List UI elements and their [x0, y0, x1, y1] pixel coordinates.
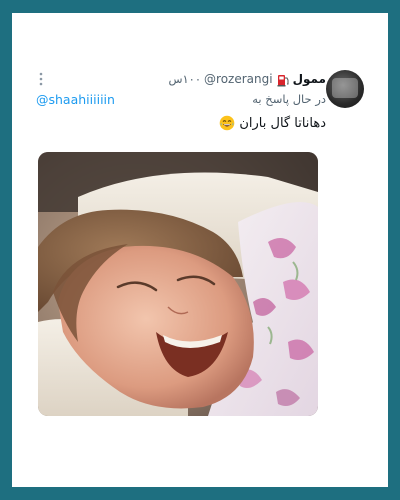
avatar[interactable]: [326, 70, 364, 108]
tweet-text: دهاناتا گال باران: [239, 115, 326, 131]
tweet-photo[interactable]: [38, 152, 318, 416]
display-name[interactable]: ممول: [293, 72, 326, 86]
tweet-text-row: دهاناتا گال باران: [219, 115, 326, 131]
tweet-card: ممول @rozerangi ۱۰۰س در حال پاسخ به @sha…: [12, 13, 388, 487]
reply-prefix: در حال پاسخ به: [252, 92, 326, 106]
tweet[interactable]: ممول @rozerangi ۱۰۰س در حال پاسخ به @sha…: [12, 13, 388, 487]
laughing-face-icon: [219, 115, 235, 131]
tweet-header: ممول @rozerangi ۱۰۰س: [168, 70, 326, 88]
timestamp[interactable]: ۱۰۰س: [168, 72, 201, 86]
more-vertical-icon[interactable]: [36, 71, 46, 87]
fuel-pump-icon: [276, 72, 290, 87]
reply-handle-link[interactable]: @shaahiiiiiin: [36, 92, 115, 107]
user-handle[interactable]: @rozerangi: [204, 72, 273, 86]
